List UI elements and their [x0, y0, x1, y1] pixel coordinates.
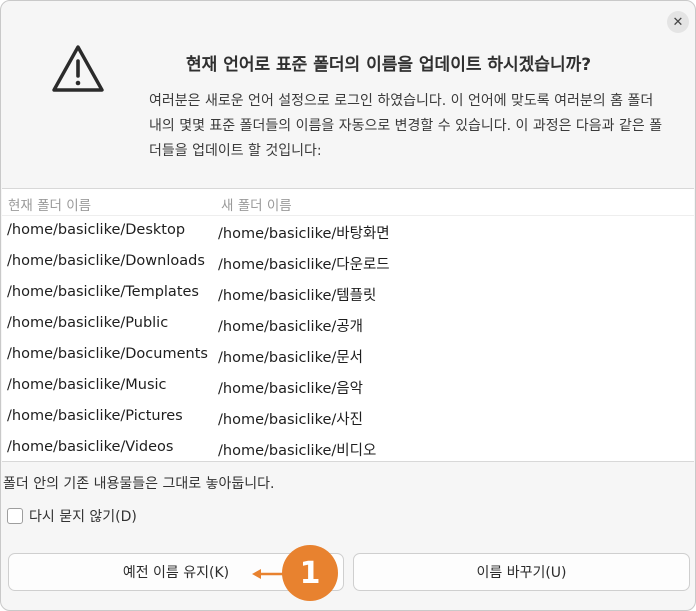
dont-ask-again-option[interactable]: 다시 묻지 않기(D)	[7, 506, 137, 526]
table-row[interactable]: /home/basiclike/Documents /home/basiclik…	[2, 342, 694, 373]
list-header: 현재 폴더 이름 새 폴더 이름	[2, 189, 694, 216]
dont-ask-again-label[interactable]: 다시 묻지 않기(D)	[29, 506, 137, 526]
new-folder-cell: /home/basiclike/바탕화면	[218, 226, 390, 242]
folder-list[interactable]: 현재 폴더 이름 새 폴더 이름 /home/basiclike/Desktop…	[2, 188, 694, 462]
table-row[interactable]: /home/basiclike/Videos /home/basiclike/비…	[2, 435, 694, 466]
current-folder-cell: /home/basiclike/Templates	[7, 284, 199, 300]
table-row[interactable]: /home/basiclike/Music /home/basiclike/음악	[2, 373, 694, 404]
dialog-title: 현재 언어로 표준 폴더의 이름을 업데이트 하시겠습니까?	[186, 55, 592, 75]
new-folder-cell: /home/basiclike/문서	[218, 350, 363, 366]
current-folder-cell: /home/basiclike/Downloads	[7, 253, 205, 269]
current-folder-cell: /home/basiclike/Pictures	[7, 408, 183, 424]
new-folder-cell: /home/basiclike/공개	[218, 319, 363, 335]
table-row[interactable]: /home/basiclike/Templates /home/basiclik…	[2, 280, 694, 311]
update-folder-names-dialog: ✕ 현재 언어로 표준 폴더의 이름을 업데이트 하시겠습니까? 여러분은 새로…	[0, 0, 696, 611]
update-names-button[interactable]: 이름 바꾸기(U)	[353, 553, 690, 591]
new-folder-cell: /home/basiclike/비디오	[218, 443, 377, 459]
current-folder-cell: /home/basiclike/Music	[7, 377, 167, 393]
dont-ask-again-checkbox[interactable]	[7, 508, 23, 524]
step-number-badge: 1	[282, 545, 338, 601]
table-row[interactable]: /home/basiclike/Downloads /home/basiclik…	[2, 249, 694, 280]
dialog-description: 여러분은 새로운 언어 설정으로 로그인 하였습니다. 이 언어에 맞도록 여러…	[149, 93, 663, 159]
current-folder-cell: /home/basiclike/Desktop	[7, 222, 186, 238]
contents-kept-note: 폴더 안의 기존 내용물들은 그대로 놓아둡니다.	[3, 476, 275, 492]
new-folder-cell: /home/basiclike/사진	[218, 412, 363, 428]
header-new-folder-name: 새 폴더 이름	[221, 198, 292, 214]
close-button[interactable]: ✕	[667, 11, 689, 33]
new-folder-cell: /home/basiclike/음악	[218, 381, 363, 397]
close-icon: ✕	[672, 14, 684, 30]
table-row[interactable]: /home/basiclike/Pictures /home/basiclike…	[2, 404, 694, 435]
current-folder-cell: /home/basiclike/Videos	[7, 439, 174, 455]
current-folder-cell: /home/basiclike/Public	[7, 315, 169, 331]
warning-triangle-icon	[52, 45, 104, 92]
table-row[interactable]: /home/basiclike/Desktop /home/basiclike/…	[2, 218, 694, 249]
header-current-folder-name: 현재 폴더 이름	[8, 198, 92, 214]
new-folder-cell: /home/basiclike/다운로드	[218, 257, 390, 273]
current-folder-cell: /home/basiclike/Documents	[7, 346, 208, 362]
table-row[interactable]: /home/basiclike/Public /home/basiclike/공…	[2, 311, 694, 342]
new-folder-cell: /home/basiclike/템플릿	[218, 288, 377, 304]
